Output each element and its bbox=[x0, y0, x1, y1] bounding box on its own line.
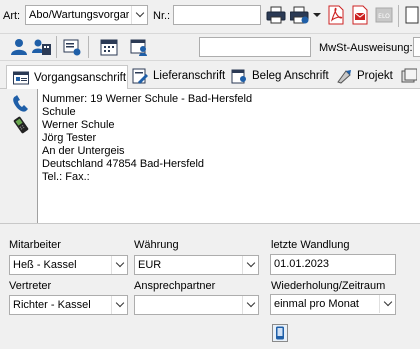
toolbar-separator bbox=[88, 36, 89, 58]
tab-more[interactable] bbox=[401, 65, 417, 87]
address-line: Tel.: Fax.: bbox=[42, 171, 90, 183]
wiederholung-label: Wiederholung/Zeitraum bbox=[271, 280, 386, 292]
waehrung-dropdown[interactable]: EUR bbox=[134, 255, 259, 275]
project-icon bbox=[336, 68, 352, 84]
ansprechpartner-label: Ansprechpartner bbox=[134, 280, 216, 292]
calendar-user-icon[interactable] bbox=[130, 38, 148, 56]
address-line: Deutschland 47854 Bad-Hersfeld bbox=[42, 158, 205, 170]
mobile-device-button[interactable] bbox=[272, 324, 288, 342]
tab-projekt[interactable]: Projekt bbox=[336, 65, 393, 87]
exit-icon[interactable] bbox=[405, 6, 420, 24]
pdf-email-icon[interactable] bbox=[351, 5, 369, 25]
address-line: Werner Schule bbox=[42, 119, 115, 131]
print-settings-icon[interactable] bbox=[290, 6, 310, 24]
chevron-down-icon bbox=[111, 296, 127, 314]
document-address-icon bbox=[231, 68, 247, 84]
chevron-down-icon bbox=[379, 295, 395, 313]
tab-lieferanschrift[interactable]: Lieferanschrift bbox=[132, 65, 225, 87]
order-details-form: Mitarbeiter Heß - Kassel Währung EUR let… bbox=[0, 223, 420, 349]
pdf-icon[interactable] bbox=[327, 5, 345, 25]
calendar-icon[interactable] bbox=[100, 38, 118, 56]
ansprechpartner-dropdown[interactable] bbox=[134, 295, 259, 315]
address-line: Schule bbox=[42, 106, 76, 118]
archive-icon: ELO bbox=[375, 6, 393, 24]
stack-icon bbox=[401, 68, 417, 84]
vertreter-label: Vertreter bbox=[9, 280, 52, 292]
chevron-down-icon bbox=[242, 256, 258, 274]
wandlung-input[interactable]: 01.01.2023 bbox=[270, 254, 396, 275]
main-toolbar: Art: Abo/Wartungsvorgar Nr.: ELO bbox=[0, 0, 420, 32]
nr-input[interactable] bbox=[173, 5, 261, 25]
mobile-phone-icon[interactable] bbox=[11, 116, 31, 134]
address-line: An der Untergeis bbox=[42, 145, 125, 157]
toolbar-separator bbox=[56, 36, 57, 58]
art-dropdown-value: Abo/Wartungsvorgar bbox=[29, 9, 129, 21]
address-display: Nummer: 19 Werner Schule - Bad-Hersfeld … bbox=[37, 89, 420, 223]
wiederholung-dropdown[interactable]: einmal pro Monat bbox=[270, 294, 396, 315]
wiederholung-value: einmal pro Monat bbox=[274, 298, 359, 310]
mobile-device-icon bbox=[275, 326, 285, 340]
vertreter-value: Richter - Kassel bbox=[13, 299, 91, 311]
mitarbeiter-value: Heß - Kassel bbox=[13, 259, 77, 271]
address-line: Jörg Tester bbox=[42, 132, 97, 144]
address-line: Nummer: 19 Werner Schule - Bad-Hersfeld bbox=[42, 93, 253, 105]
waehrung-value: EUR bbox=[138, 259, 162, 271]
tab-beleg-anschrift[interactable]: Beleg Anschrift bbox=[231, 65, 329, 87]
vertreter-dropdown[interactable]: Richter - Kassel bbox=[9, 295, 128, 315]
svg-text:ELO: ELO bbox=[378, 13, 390, 20]
mwst-label: MwSt-Ausweisung: bbox=[319, 42, 413, 54]
chevron-down-icon bbox=[131, 6, 147, 24]
delivery-icon bbox=[132, 68, 148, 84]
tab-label: Projekt bbox=[357, 70, 393, 82]
wandlung-value: 01.01.2023 bbox=[274, 258, 330, 270]
tab-vorgangsanschrift[interactable]: Vorgangsanschrift bbox=[6, 65, 128, 89]
document-list-icon[interactable] bbox=[63, 38, 81, 56]
chevron-down-icon bbox=[111, 256, 127, 274]
tab-label: Beleg Anschrift bbox=[252, 70, 329, 82]
mwst-dropdown[interactable] bbox=[413, 37, 420, 57]
mitarbeiter-label: Mitarbeiter bbox=[9, 239, 61, 251]
art-label: Art: bbox=[3, 10, 21, 22]
art-dropdown[interactable]: Abo/Wartungsvorgar bbox=[25, 5, 148, 25]
customer-icon[interactable] bbox=[10, 38, 28, 56]
address-panel: Nummer: 19 Werner Schule - Bad-Hersfeld … bbox=[0, 89, 420, 223]
wandlung-label: letzte Wandlung bbox=[271, 239, 350, 251]
toolbar-search-input[interactable] bbox=[199, 37, 311, 57]
phone-icon[interactable] bbox=[11, 94, 31, 114]
tab-label: Vorgangsanschrift bbox=[34, 71, 127, 84]
tab-label: Lieferanschrift bbox=[153, 70, 226, 82]
nr-label: Nr.: bbox=[153, 10, 171, 22]
waehrung-label: Währung bbox=[134, 239, 179, 251]
address-card-icon bbox=[13, 71, 29, 85]
secondary-toolbar: MwSt-Ausweisung: bbox=[0, 33, 420, 61]
customer-group-icon[interactable] bbox=[32, 38, 52, 56]
print-menu-arrow-icon[interactable] bbox=[313, 13, 321, 17]
address-tabs: Vorgangsanschrift Lieferanschrift Beleg … bbox=[0, 63, 420, 89]
chevron-down-icon bbox=[242, 296, 258, 314]
print-icon[interactable] bbox=[266, 6, 286, 24]
mitarbeiter-dropdown[interactable]: Heß - Kassel bbox=[9, 255, 128, 275]
toolbar-separator bbox=[398, 5, 399, 27]
